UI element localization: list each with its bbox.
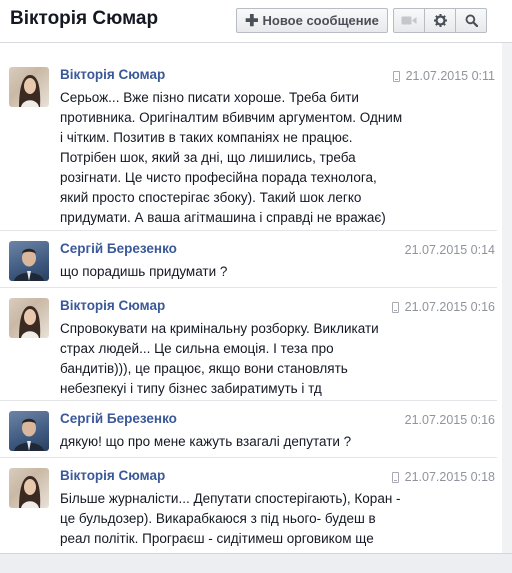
new-message-button[interactable]: ✚ Новое сообщение — [236, 8, 388, 33]
conversation-title: Вікторія Сюмар — [10, 8, 159, 29]
avatar-viktoria[interactable] — [9, 468, 49, 508]
sender-name[interactable]: Сергій Березенко — [60, 241, 177, 256]
message-timestamp: 21.07.2015 0:18 — [391, 470, 495, 484]
header-toolbar: ✚ Новое сообщение — [236, 8, 487, 33]
message-item: Сергій Березенко 21.07.2015 0:14 що пора… — [0, 230, 497, 287]
message-item: Вікторія Сюмар 21.07.2015 0:18 Більше жу… — [0, 457, 497, 566]
person-photo-icon — [14, 418, 44, 451]
message-body: Спровокувати на кримінальну розборку. Ви… — [60, 319, 490, 399]
person-photo-icon — [19, 75, 41, 107]
timestamp-text: 21.07.2015 0:16 — [404, 300, 495, 314]
timestamp-text: 21.07.2015 0:11 — [405, 69, 495, 83]
avatar-viktoria[interactable] — [9, 67, 49, 107]
message-line: противника. Оригіналтим вбивчим аргумент… — [60, 110, 403, 125]
person-photo-icon — [19, 306, 41, 338]
message-body: що порадишь придумати ? — [60, 262, 490, 282]
message-timestamp: 21.07.2015 0:16 — [391, 300, 495, 314]
search-icon — [465, 14, 478, 27]
header-icon-group — [393, 8, 487, 33]
message-line: що порадишь придумати ? — [60, 264, 228, 279]
message-line: страх людей... Це сильна емоція. І теза … — [60, 341, 334, 356]
sender-name[interactable]: Вікторія Сюмар — [60, 298, 165, 313]
message-body: дякую! що про мене кажуть взагалі депута… — [60, 432, 490, 452]
person-photo-icon — [19, 476, 41, 508]
message-line: Серьож... Вже пізно писати хороше. Треба… — [60, 90, 359, 105]
message-item: Сергій Березенко 21.07.2015 0:16 дякую! … — [0, 400, 497, 457]
message-line: який просто спостерігає збоку). Такий шо… — [60, 190, 362, 205]
message-line: це бульдозер). Викарабкаюся з під нього-… — [60, 511, 376, 526]
message-line: бандитів))), це працює, якщо вони станов… — [60, 361, 348, 376]
search-button[interactable] — [456, 8, 487, 33]
avatar-serhiy[interactable] — [9, 411, 49, 451]
message-timestamp: 21.07.2015 0:14 — [405, 243, 495, 257]
mobile-phone-icon — [391, 301, 399, 313]
conversation-header: Вікторія Сюмар ✚ Новое сообщение — [0, 0, 512, 43]
message-line: дякую! що про мене кажуть взагалі депута… — [60, 434, 352, 449]
avatar-viktoria[interactable] — [9, 298, 49, 338]
sender-name[interactable]: Сергій Березенко — [60, 411, 177, 426]
message-timestamp: 21.07.2015 0:16 — [405, 413, 495, 427]
new-message-label: Новое сообщение — [262, 13, 379, 28]
video-icon — [401, 16, 417, 25]
avatar-serhiy[interactable] — [9, 241, 49, 281]
scrollbar[interactable] — [502, 43, 512, 553]
sender-name[interactable]: Вікторія Сюмар — [60, 468, 165, 483]
mobile-phone-icon — [392, 70, 400, 82]
message-list[interactable]: Вікторія Сюмар 21.07.2015 0:11 Серьож...… — [0, 43, 512, 566]
settings-button[interactable] — [425, 8, 456, 33]
message-line: Спровокувати на кримінальну розборку. Ви… — [60, 321, 379, 336]
gear-icon — [433, 14, 447, 27]
sender-name[interactable]: Вікторія Сюмар — [60, 67, 165, 82]
timestamp-text: 21.07.2015 0:18 — [404, 470, 495, 484]
message-line: реал політік. Програєш - сидітимеш оргов… — [60, 531, 374, 546]
message-item: Вікторія Сюмар 21.07.2015 0:11 Серьож...… — [0, 57, 497, 229]
reply-area-edge — [0, 553, 512, 573]
message-line: придумати. А ваша агітмашина і справді н… — [60, 210, 386, 225]
timestamp-text: 21.07.2015 0:14 — [404, 243, 495, 257]
plus-icon: ✚ — [245, 12, 259, 30]
mobile-phone-icon — [391, 471, 399, 483]
message-item: Вікторія Сюмар 21.07.2015 0:16 Спровокув… — [0, 287, 497, 400]
timestamp-text: 21.07.2015 0:16 — [404, 413, 495, 427]
message-line: Більше журналісти... Депутати спостеріга… — [60, 491, 401, 506]
video-call-button[interactable] — [393, 8, 425, 33]
message-line: розігнати. Це чисто професійна порада те… — [60, 170, 377, 185]
message-timestamp: 21.07.2015 0:11 — [392, 69, 495, 83]
message-line: небезпекуі і типу бізнес забиратимуть і … — [60, 381, 322, 396]
message-line: Потрібен шок, який за дні, що лишились, … — [60, 150, 356, 165]
message-line: і чітким. Позитив в таких компаніях не п… — [60, 130, 353, 145]
person-photo-icon — [14, 248, 44, 281]
message-body: Серьож... Вже пізно писати хороше. Треба… — [60, 88, 490, 228]
